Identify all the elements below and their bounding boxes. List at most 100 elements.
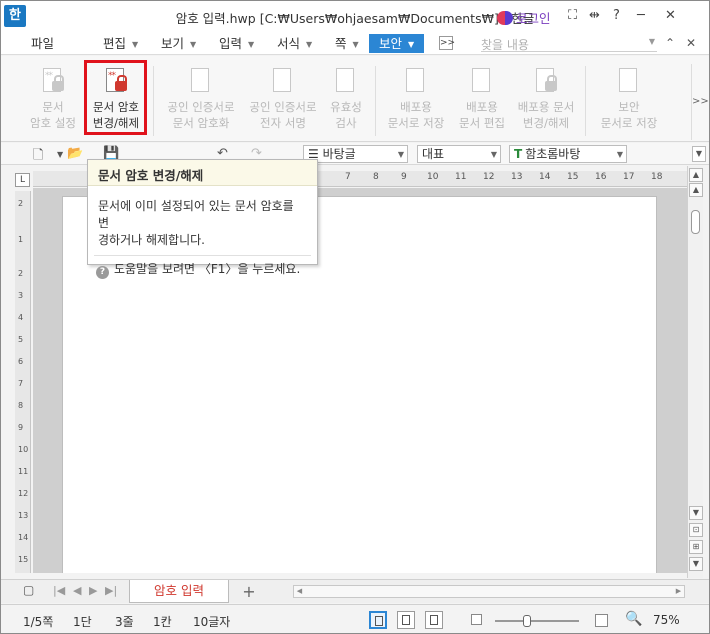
chevron-down-icon: ▼ [397, 150, 404, 159]
question-icon: ? [96, 266, 109, 279]
tooltip-body: 문서에 이미 설정되어 있는 문서 암호를 변 경하거나 해제합니다. [88, 186, 317, 249]
view-normal-button[interactable] [369, 611, 387, 629]
menu-security-label: 보안 [379, 36, 403, 51]
chevron-down-icon: ▼ [408, 40, 415, 49]
next-tab-icon[interactable]: ▶ [89, 584, 97, 597]
search-placeholder: 찾을 내용 [481, 38, 529, 52]
change-distribution-button[interactable]: 배포용 문서 변경/해제 [513, 64, 579, 140]
scroll-up-icon[interactable]: ▲ [689, 168, 703, 182]
menu-edit[interactable]: 편집 ▼ [99, 34, 142, 53]
ruler-tick-label: 1 [18, 235, 24, 244]
ruler-tick-label: 10 [18, 445, 29, 454]
menu-insert[interactable]: 입력 ▼ [215, 34, 258, 53]
chevron-down-icon[interactable]: ▼ [649, 37, 655, 46]
menu-insert-label: 입력 [219, 36, 243, 51]
save-secure-button[interactable]: 보안 문서로 저장 [595, 64, 663, 140]
view-fit-width-button[interactable] [397, 611, 415, 629]
magnifier-icon[interactable]: 🔍 [625, 611, 642, 627]
language-combo-value: 대표 [422, 147, 445, 161]
login-icon [497, 11, 513, 25]
login-button[interactable]: 로그인 [497, 8, 551, 27]
ruler-tick-label: 8 [18, 401, 24, 410]
scroll-page-up-icon[interactable]: ▲ [689, 183, 703, 197]
menu-file[interactable]: 파일 [27, 34, 58, 53]
ribbon-label: 보안 [618, 100, 640, 114]
horizontal-scrollbar[interactable]: ◀ ▶ [293, 585, 685, 598]
menu-page[interactable]: 쪽 ▼ [331, 34, 363, 53]
zoom-slider-track[interactable] [495, 620, 579, 622]
page-select-icon[interactable]: ⊞ [689, 540, 703, 554]
set-password-button[interactable]: ** 문서 암호 설정 [27, 64, 79, 140]
scroll-down-icon[interactable]: ▼ [689, 506, 703, 520]
ruler-tick-label: 13 [511, 172, 523, 182]
ribbon-label: 검사 [335, 116, 357, 130]
document-lock-icon: ** [40, 66, 66, 96]
cert-encrypt-button[interactable]: 공인 인증서로 문서 암호화 [161, 64, 241, 140]
full-page-icon [430, 615, 438, 625]
menu-format[interactable]: 서식 ▼ [273, 34, 316, 53]
new-document-icon[interactable]: 🗋 [33, 146, 43, 168]
fullscreen-icon[interactable]: ⛶ [568, 8, 577, 23]
font-icon: T [514, 147, 523, 161]
scroll-left-icon[interactable]: ◀ [294, 586, 305, 597]
ruler-tick-label: 15 [567, 172, 579, 182]
tab-list-icon[interactable]: ▢ [23, 583, 34, 597]
ribbon-label: 변경/해제 [522, 116, 570, 130]
minimize-icon[interactable]: ─ [637, 8, 645, 23]
ruler-corner-button[interactable]: L [15, 173, 30, 187]
prev-tab-icon[interactable]: ◀ [73, 584, 81, 597]
language-combo[interactable]: 대표 ▼ [417, 145, 501, 163]
ruler-tick-label: 14 [18, 533, 29, 542]
highlight-box [84, 60, 147, 135]
zoom-slider-knob[interactable] [523, 615, 531, 627]
chevron-down-icon[interactable]: ▼ [57, 150, 63, 159]
status-section: 1단 [73, 615, 92, 629]
vertical-scrollbar[interactable]: ▲ ▲ ▼ ⊡ ⊞ ▼ [687, 166, 703, 578]
ruler-tick-label: 2 [18, 269, 24, 278]
ribbon-label: 문서로 저장 [387, 116, 445, 130]
ruler-tick-label: 5 [18, 335, 24, 344]
chevron-down-icon: ▼ [248, 40, 255, 49]
tooltip-help: ? 도움말을 보려면 〈F1〉을 누르세요. [88, 256, 317, 283]
chevron-down-icon: ▼ [190, 40, 197, 49]
zoom-level[interactable]: 75% [653, 613, 680, 627]
ribbon-label: 배포용 [466, 100, 498, 114]
status-page[interactable]: 1/5쪽 [23, 613, 53, 630]
zoom-out-icon[interactable] [471, 614, 482, 625]
chevron-down-icon: ▼ [490, 150, 497, 159]
prev-page-icon[interactable]: ⊡ [689, 523, 703, 537]
first-tab-icon[interactable]: |◀ [53, 584, 65, 597]
search-input[interactable]: 찾을 내용 ▼ [481, 36, 657, 52]
ribbon-label: 문서로 저장 [600, 116, 658, 130]
scroll-right-icon[interactable]: ▶ [673, 586, 684, 597]
menu-security[interactable]: 보안 ▼ [369, 34, 425, 53]
last-tab-icon[interactable]: ▶| [105, 584, 117, 597]
window-close-icon[interactable]: ✕ [665, 8, 676, 23]
menu-view[interactable]: 보기 ▼ [157, 34, 200, 53]
zoom-in-icon[interactable] [595, 614, 608, 627]
ribbon-collapse-icon[interactable]: ⌃ [665, 36, 675, 50]
style-combo[interactable]: ☰ 바탕글 ▼ [303, 145, 408, 163]
tab-password-input[interactable]: 암호 입력 [129, 580, 229, 603]
scroll-thumb[interactable] [691, 210, 700, 234]
split-icon[interactable]: ⇹ [589, 8, 600, 23]
edit-distribution-button[interactable]: 배포용 문서 편집 [451, 64, 513, 140]
chevron-down-icon: ▼ [306, 40, 313, 49]
view-full-page-button[interactable] [425, 611, 443, 629]
font-combo[interactable]: T 함초롬바탕 ▼ [509, 145, 627, 163]
ribbon-more-button[interactable]: >> [691, 64, 709, 140]
open-folder-icon[interactable]: 📂 [67, 146, 83, 161]
doc-close-icon[interactable]: ✕ [686, 36, 696, 50]
status-column: 1칸 [153, 615, 172, 629]
cert-sign-button[interactable]: 공인 인증서로 전자 서명 [243, 64, 323, 140]
validity-check-button[interactable]: 유효성 검사 [323, 64, 369, 140]
ribbon-label: 문서 암호화 [172, 116, 230, 130]
save-distribution-button[interactable]: 배포용 문서로 저장 [383, 64, 449, 140]
help-icon[interactable]: ? [613, 8, 620, 23]
next-page-icon[interactable]: ▼ [689, 557, 703, 571]
toolbar-more-icon[interactable]: ▼ [692, 146, 706, 162]
menu-more-button[interactable]: >> [439, 36, 455, 50]
menu-view-label: 보기 [161, 36, 185, 51]
menu-page-label: 쪽 [335, 36, 347, 51]
add-tab-button[interactable]: + [237, 582, 261, 601]
